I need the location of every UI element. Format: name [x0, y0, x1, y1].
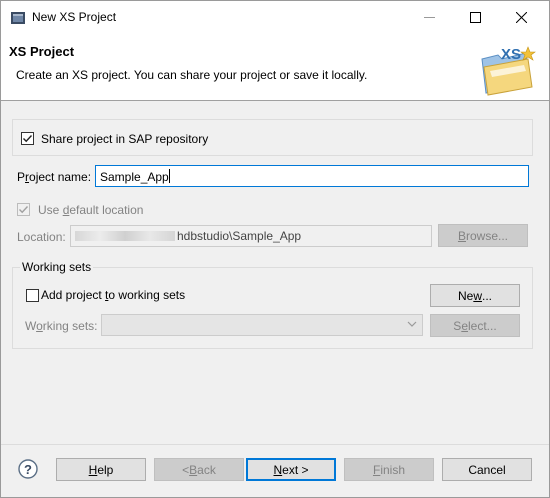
back-button[interactable]: < Back: [154, 458, 244, 481]
maximize-icon: [469, 12, 481, 23]
cancel-button[interactable]: Cancel: [442, 458, 532, 481]
help-icon[interactable]: ?: [18, 459, 38, 479]
svg-text:?: ?: [24, 462, 32, 477]
add-working-sets-checkbox[interactable]: [26, 289, 39, 302]
chevron-down-icon: [407, 321, 417, 327]
title-bar[interactable]: New XS Project: [1, 1, 549, 34]
footer-separator: [1, 444, 549, 445]
add-working-sets-label[interactable]: Add project to working sets: [41, 288, 185, 302]
close-button[interactable]: [498, 1, 544, 34]
checkmark-icon: [23, 135, 33, 143]
minimize-icon: [423, 17, 435, 18]
text-cursor: [168, 169, 170, 183]
working-sets-title: Working sets: [20, 260, 94, 274]
location-label: Location:: [17, 230, 66, 244]
project-name-label: Project name:: [17, 170, 92, 184]
select-working-sets-button[interactable]: Se lect...: [430, 314, 520, 337]
location-input[interactable]: hdbstudio\Sample_App: [70, 225, 432, 247]
share-checkbox[interactable]: [21, 132, 34, 145]
window-title: New XS Project: [32, 10, 117, 24]
app-icon: [11, 12, 25, 24]
checkmark-icon: [19, 206, 29, 214]
new-working-set-button[interactable]: Ne w...: [430, 284, 520, 307]
default-location-checkbox[interactable]: [17, 203, 30, 216]
browse-button[interactable]: Browse...: [438, 224, 528, 247]
minimize-button[interactable]: [406, 1, 452, 34]
project-name-input[interactable]: Sample_App: [95, 165, 529, 187]
finish-button[interactable]: Finish: [344, 458, 434, 481]
blurred-path: [75, 231, 175, 241]
page-description: Create an XS project. You can share your…: [16, 68, 368, 82]
close-icon: [515, 12, 527, 23]
project-name-value: Sample_App: [100, 170, 169, 184]
xs-folder-icon: XS: [481, 46, 536, 96]
xs-icon-label: XS: [501, 46, 521, 63]
next-button[interactable]: Next >: [246, 458, 336, 481]
working-sets-label: Working sets:: [25, 319, 98, 333]
page-title: XS Project: [9, 44, 75, 59]
dialog-window: New XS Project XS Project Create an XS p…: [0, 0, 550, 498]
wizard-header: XS Project Create an XS project. You can…: [1, 34, 549, 101]
default-location-label[interactable]: Use default location: [38, 203, 143, 217]
maximize-button[interactable]: [452, 1, 498, 34]
share-label[interactable]: Share project in SAP repository: [41, 132, 208, 146]
location-value: hdbstudio\Sample_App: [177, 229, 302, 243]
working-sets-dropdown[interactable]: [101, 314, 423, 336]
help-button[interactable]: Help: [56, 458, 146, 481]
